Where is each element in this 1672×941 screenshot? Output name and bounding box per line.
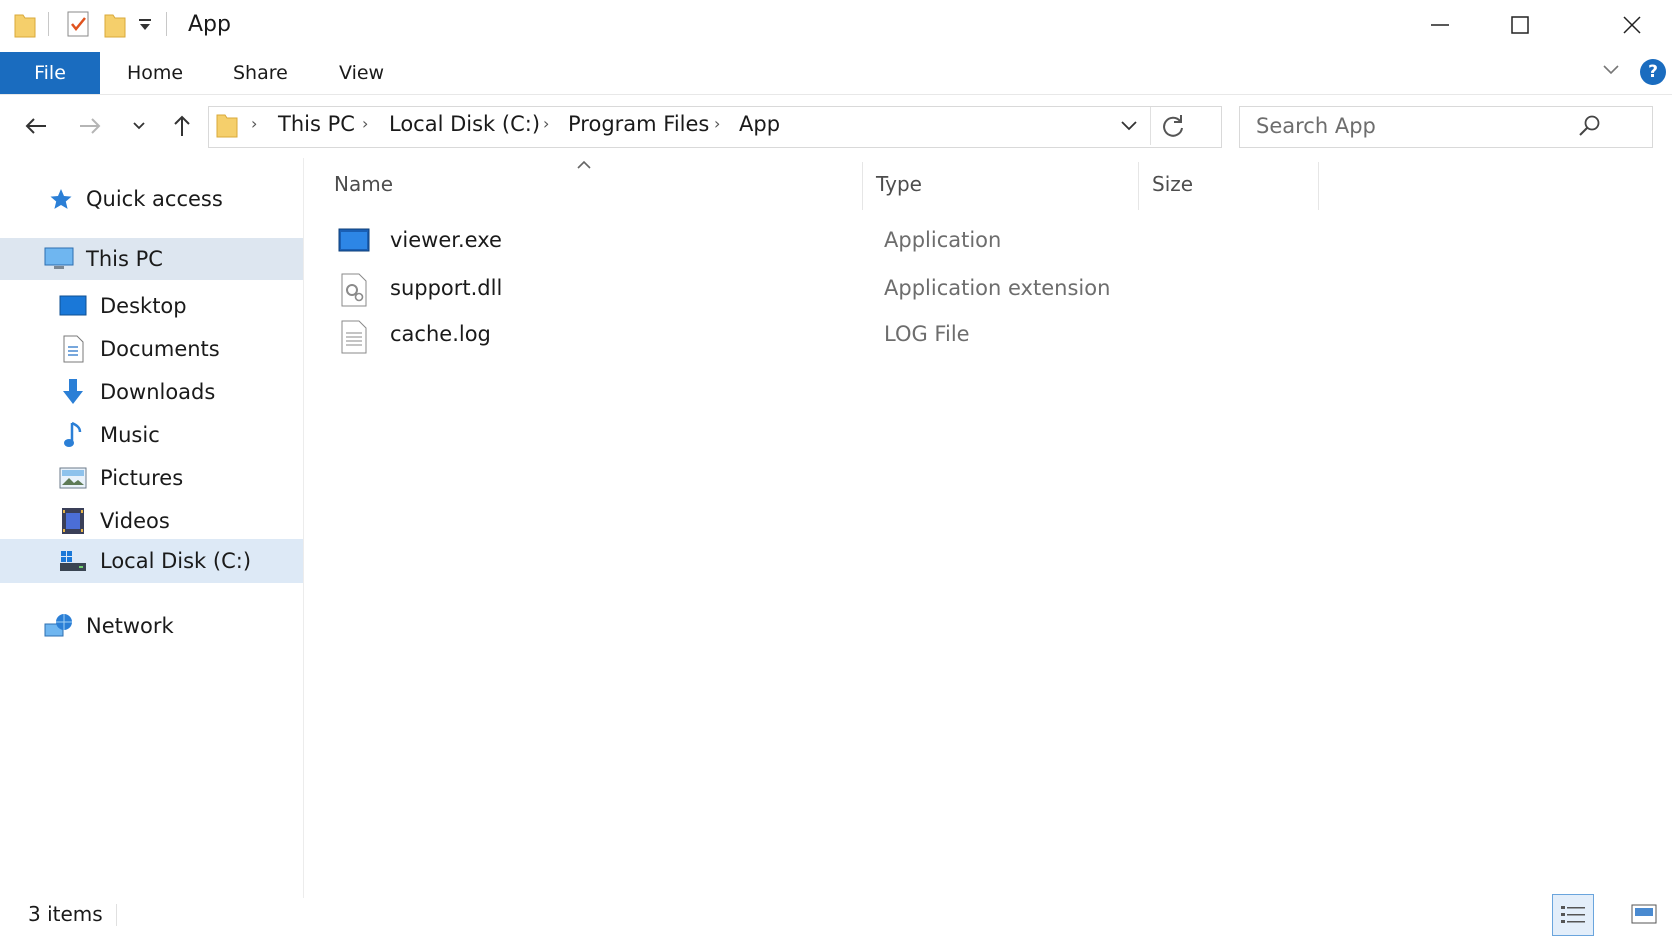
back-arrow-icon (25, 118, 46, 134)
column-divider[interactable] (1138, 162, 1139, 210)
breadcrumb-separator[interactable]: › (251, 114, 257, 133)
tab-file[interactable]: File (0, 52, 100, 94)
minimize-button[interactable] (1400, 0, 1480, 50)
new-folder-icon[interactable] (104, 12, 126, 38)
column-header-type[interactable]: Type (876, 172, 922, 196)
music-icon (58, 421, 88, 448)
sidebar-item-label: Pictures (100, 466, 184, 490)
sidebar-item-pictures[interactable]: Pictures (0, 457, 303, 499)
breadcrumb-this-pc[interactable]: This PC (278, 112, 355, 136)
maximize-icon (1511, 16, 1529, 34)
up-arrow-icon (174, 115, 190, 136)
status-divider (116, 904, 117, 926)
close-button[interactable] (1592, 0, 1672, 50)
help-button[interactable]: ? (1640, 59, 1666, 85)
sidebar-item-label: Downloads (100, 380, 216, 404)
videos-icon (58, 508, 88, 534)
network-icon (44, 613, 74, 639)
title-divider (48, 12, 49, 36)
minimize-icon (1431, 24, 1449, 26)
log-icon (340, 320, 368, 354)
expand-ribbon-icon[interactable] (1602, 64, 1620, 76)
sidebar-item-label: This PC (86, 247, 163, 271)
exe-icon (338, 228, 370, 252)
search-placeholder[interactable]: Search App (1256, 114, 1376, 138)
sidebar-item-label: Music (100, 423, 160, 447)
breadcrumb-separator[interactable]: › (543, 114, 549, 133)
sort-ascending-icon (576, 160, 592, 170)
forward-button[interactable] (72, 108, 108, 144)
up-button[interactable] (164, 108, 200, 144)
status-item-count: 3 items (28, 902, 103, 926)
sidebar-item-network[interactable]: Network (0, 605, 303, 647)
back-button[interactable] (18, 108, 54, 144)
breadcrumb-local-disk[interactable]: Local Disk (C:) (389, 112, 540, 136)
sidebar-item-downloads[interactable]: Downloads (0, 371, 303, 413)
address-dropdown-icon[interactable] (1120, 120, 1138, 132)
desktop-icon (58, 293, 88, 319)
sidebar-item-label: Videos (100, 509, 170, 533)
breadcrumb-app[interactable]: App (739, 112, 780, 136)
sidebar-item-label: Documents (100, 337, 220, 361)
properties-icon[interactable] (66, 10, 92, 38)
title-divider-2 (166, 12, 167, 36)
column-header-size[interactable]: Size (1152, 172, 1193, 196)
file-name[interactable]: support.dll (390, 276, 502, 300)
breadcrumb-separator[interactable]: › (362, 114, 368, 133)
sidebar-item-label: Network (86, 614, 174, 638)
address-folder-icon (216, 112, 238, 138)
close-icon (1623, 16, 1641, 34)
sidebar-item-desktop[interactable]: Desktop (0, 285, 303, 327)
computer-icon (44, 246, 74, 272)
sidebar-item-label: Desktop (100, 294, 187, 318)
file-type: Application (884, 228, 1002, 252)
details-view-button[interactable] (1552, 894, 1594, 936)
documents-icon (58, 335, 88, 363)
file-type: Application extension (884, 276, 1111, 300)
tab-share[interactable]: Share (233, 52, 288, 94)
recent-locations-button[interactable] (121, 108, 157, 144)
sidebar-item-quick-access[interactable]: Quick access (0, 178, 303, 220)
sidebar-item-label: Quick access (86, 187, 223, 211)
address-divider (1150, 107, 1151, 145)
file-name[interactable]: viewer.exe (390, 228, 502, 252)
downloads-icon (58, 379, 88, 405)
column-header-name[interactable]: Name (334, 172, 393, 196)
sidebar-item-music[interactable]: Music (0, 414, 303, 456)
drive-icon (58, 548, 88, 574)
column-divider[interactable] (862, 162, 863, 210)
breadcrumb-program-files[interactable]: Program Files (568, 112, 709, 136)
file-type: LOG File (884, 322, 970, 346)
file-name[interactable]: cache.log (390, 322, 491, 346)
details-view-icon (1561, 906, 1585, 923)
chevron-down-icon (133, 122, 145, 130)
refresh-icon[interactable] (1160, 113, 1186, 139)
tab-home[interactable]: Home (127, 52, 183, 94)
large-icons-view-button[interactable] (1624, 894, 1664, 934)
column-divider[interactable] (1318, 162, 1319, 210)
folder-icon (14, 12, 36, 38)
sidebar-item-videos[interactable]: Videos (0, 500, 303, 542)
star-icon (48, 186, 74, 212)
search-icon[interactable] (1578, 114, 1602, 138)
sidebar-item-documents[interactable]: Documents (0, 328, 303, 370)
dll-icon (340, 273, 368, 307)
window-title: App (188, 12, 231, 37)
sidebar-item-this-pc[interactable]: This PC (0, 238, 303, 280)
tab-view[interactable]: View (339, 52, 384, 94)
large-icons-view-icon (1631, 904, 1657, 924)
sidebar-item-local-disk[interactable]: Local Disk (C:) (0, 539, 303, 583)
pictures-icon (58, 465, 88, 491)
customize-toolbar-icon[interactable] (138, 18, 152, 32)
forward-arrow-icon (80, 118, 101, 134)
sidebar-item-label: Local Disk (C:) (100, 549, 252, 573)
maximize-button[interactable] (1480, 0, 1560, 50)
breadcrumb-separator[interactable]: › (714, 114, 720, 133)
